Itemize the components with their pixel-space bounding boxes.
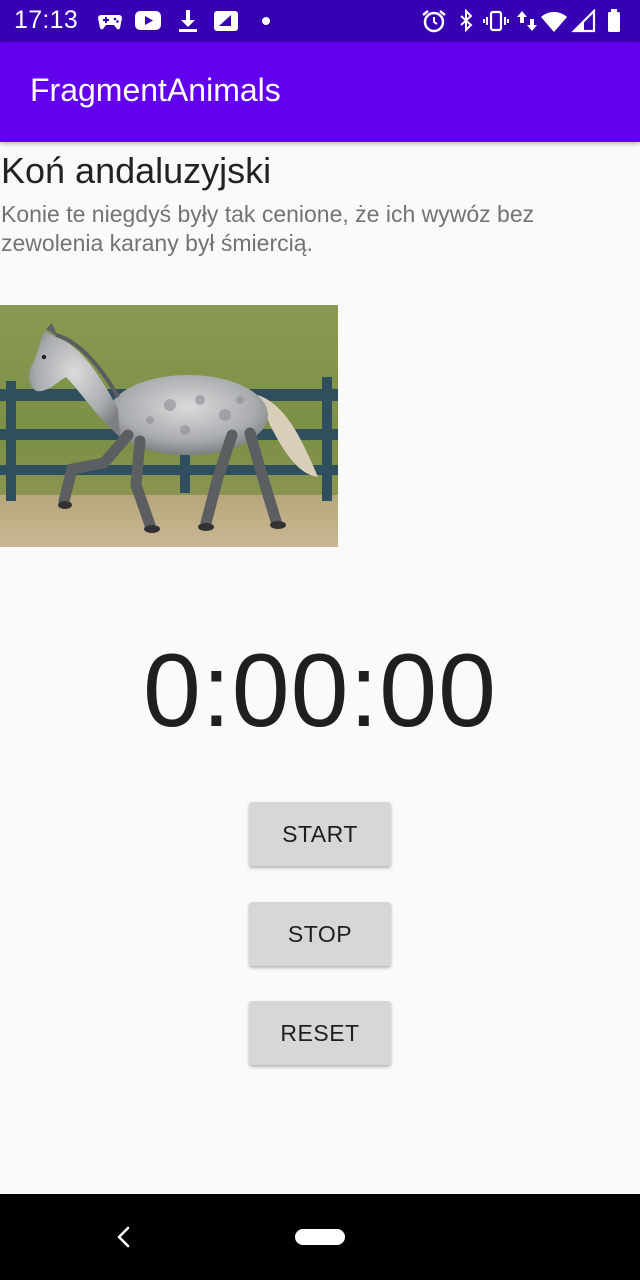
youtube-icon — [135, 11, 161, 30]
wifi-icon — [541, 11, 567, 32]
horse-photo — [0, 305, 338, 547]
status-time: 17:13 — [14, 6, 79, 34]
reset-button[interactable]: RESET — [249, 1001, 391, 1065]
back-icon[interactable] — [112, 1224, 136, 1250]
sim-card-icon — [214, 11, 238, 31]
signal-icon — [571, 9, 596, 33]
animal-detail: Koń andaluzyjski Konie te niegdyś były t… — [0, 142, 640, 1194]
bluetooth-icon — [460, 9, 473, 33]
status-bar: 17:13 — [0, 0, 640, 42]
animal-description: Konie te niegdyś były tak cenione, że ic… — [1, 201, 535, 256]
battery-icon — [608, 9, 620, 32]
app-bar: FragmentAnimals — [0, 42, 640, 142]
alarm-icon — [422, 10, 446, 33]
stop-button[interactable]: STOP — [249, 902, 391, 966]
dot-icon — [262, 17, 270, 25]
download-icon — [179, 10, 197, 32]
app-title: FragmentAnimals — [30, 72, 281, 108]
data-arrows-icon — [517, 11, 537, 31]
animal-image — [0, 305, 338, 547]
home-pill[interactable] — [295, 1229, 345, 1245]
vibrate-icon — [483, 10, 509, 32]
stopwatch-display: 0:00:00 — [143, 633, 497, 749]
start-button[interactable]: START — [249, 802, 391, 866]
navigation-bar — [0, 1194, 640, 1280]
system-icons — [420, 9, 630, 33]
gamepad-icon — [98, 15, 122, 30]
animal-name: Koń andaluzyjski — [1, 150, 272, 191]
